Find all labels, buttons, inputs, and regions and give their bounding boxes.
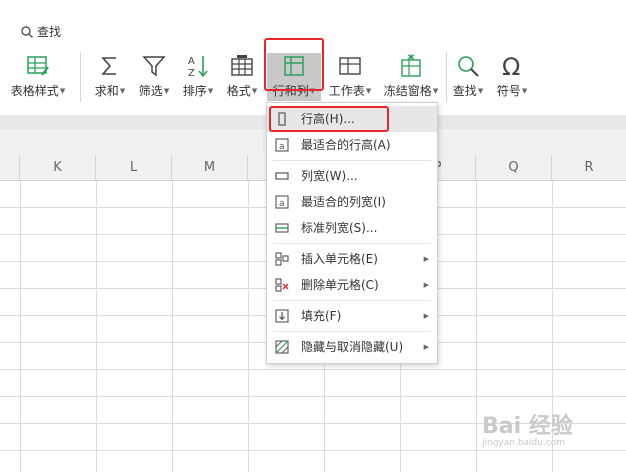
table-style-icon xyxy=(27,56,49,76)
column-header-q[interactable]: Q xyxy=(476,155,552,181)
column-header-stub xyxy=(0,155,20,181)
menu-item-label: 删除单元格(C) xyxy=(301,278,379,292)
find-label: 查找 xyxy=(452,84,477,98)
chevron-down-icon: ▼ xyxy=(365,87,372,95)
chevron-down-icon: ▼ xyxy=(119,87,126,95)
chevron-down-icon: ▼ xyxy=(521,87,528,95)
hide-unhide-icon xyxy=(275,340,289,354)
filter-button[interactable]: 筛选▼ xyxy=(134,53,174,99)
menu-item-label: 填充(F) xyxy=(301,309,342,323)
menu-item-column-width[interactable]: 列宽(W)... xyxy=(267,163,437,189)
menu-item-label: 标准列宽(S)... xyxy=(301,221,378,235)
sigma-icon xyxy=(101,57,116,75)
menu-item-label: 最适合的列宽(I) xyxy=(301,195,386,209)
autofit-column-icon: a xyxy=(275,195,289,209)
symbol-label: 符号 xyxy=(496,84,521,98)
column-header-r[interactable]: R xyxy=(552,155,626,181)
column-width-icon xyxy=(275,172,289,180)
menu-item-insert-cells[interactable]: 插入单元格(E) ▶ xyxy=(267,246,437,272)
submenu-arrow-icon: ▶ xyxy=(423,312,429,320)
worksheet-label: 工作表 xyxy=(328,84,365,98)
column-header-l[interactable]: L xyxy=(96,155,172,181)
delete-cells-icon xyxy=(275,278,289,292)
find-button[interactable]: 查找▼ xyxy=(448,53,488,99)
ribbon-divider xyxy=(80,52,81,102)
insert-cells-icon xyxy=(275,252,289,266)
chevron-down-icon: ▼ xyxy=(251,87,258,95)
annotation-highlight-row-height xyxy=(269,106,389,132)
sort-label: 排序 xyxy=(182,84,207,98)
worksheet-icon xyxy=(339,57,361,75)
menu-item-standard-width[interactable]: 标准列宽(S)... xyxy=(267,215,437,241)
menu-item-hide-unhide[interactable]: 隐藏与取消隐藏(U) ▶ xyxy=(267,334,437,360)
search-icon xyxy=(21,25,33,38)
svg-text:a: a xyxy=(279,199,285,209)
standard-width-icon xyxy=(275,223,289,233)
sort-button[interactable]: A Z 排序▼ xyxy=(178,53,218,99)
watermark: Bai 经验 jingyan.baidu.com xyxy=(482,408,573,448)
freeze-panes-button[interactable]: 冻结窗格▼ xyxy=(380,53,442,99)
menu-item-label: 插入单元格(E) xyxy=(301,252,378,266)
menu-item-fill[interactable]: 填充(F) ▶ xyxy=(267,303,437,329)
fill-icon xyxy=(275,309,289,323)
format-button[interactable]: 格式▼ xyxy=(222,53,262,99)
freeze-label: 冻结窗格 xyxy=(383,84,432,98)
table-style-button[interactable]: 表格样式▼ xyxy=(8,53,68,99)
svg-text:Ω: Ω xyxy=(502,53,520,79)
filter-label: 筛选 xyxy=(138,84,163,98)
omega-icon: Ω xyxy=(502,53,520,79)
menu-item-delete-cells[interactable]: 删除单元格(C) ▶ xyxy=(267,272,437,298)
sort-icon: A Z xyxy=(188,56,208,79)
menu-item-label: 列宽(W)... xyxy=(301,169,358,183)
chevron-down-icon: ▼ xyxy=(163,87,170,95)
submenu-arrow-icon: ▶ xyxy=(423,255,429,263)
format-label: 格式 xyxy=(226,84,251,98)
freeze-icon xyxy=(401,54,421,77)
svg-text:a: a xyxy=(279,142,285,152)
watermark-subtext: jingyan.baidu.com xyxy=(482,438,566,448)
svg-text:Z: Z xyxy=(188,68,195,79)
menu-item-autofit-column-width[interactable]: a 最适合的列宽(I) xyxy=(267,189,437,215)
menu-item-label: 最适合的行高(A) xyxy=(301,138,391,152)
search-command[interactable]: 查找 xyxy=(20,23,61,40)
column-header-m[interactable]: M xyxy=(172,155,248,181)
chevron-down-icon: ▼ xyxy=(207,87,214,95)
annotation-highlight-row-col xyxy=(264,38,324,91)
chevron-down-icon: ▼ xyxy=(432,87,439,95)
symbol-button[interactable]: Ω 符号▼ xyxy=(492,53,532,99)
menu-divider xyxy=(273,160,431,161)
menu-item-autofit-row-height[interactable]: a 最适合的行高(A) xyxy=(267,132,437,158)
submenu-arrow-icon: ▶ xyxy=(423,281,429,289)
format-icon xyxy=(231,55,253,76)
search-label: 查找 xyxy=(37,25,62,39)
svg-text:A: A xyxy=(188,56,195,67)
sum-label: 求和 xyxy=(94,84,119,98)
menu-divider xyxy=(273,331,431,332)
column-header-k[interactable]: K xyxy=(20,155,96,181)
chevron-down-icon: ▼ xyxy=(477,87,484,95)
magnifier-icon xyxy=(458,56,479,77)
submenu-arrow-icon: ▶ xyxy=(423,343,429,351)
menu-divider xyxy=(273,300,431,301)
menu-divider xyxy=(273,243,431,244)
row-col-dropdown-menu: 行高(H)... a 最适合的行高(A) 列宽(W)... a 最适合的列宽(I… xyxy=(266,102,438,364)
autofit-row-icon: a xyxy=(275,138,289,152)
table-style-label: 表格样式 xyxy=(10,84,59,98)
ribbon-divider xyxy=(446,52,447,102)
watermark-text: Bai 经验 xyxy=(482,414,573,439)
chevron-down-icon: ▼ xyxy=(59,87,66,95)
sum-button[interactable]: 求和▼ xyxy=(90,53,130,99)
filter-icon xyxy=(142,56,166,77)
menu-item-label: 隐藏与取消隐藏(U) xyxy=(301,340,404,354)
worksheet-button[interactable]: 工作表▼ xyxy=(326,53,374,99)
